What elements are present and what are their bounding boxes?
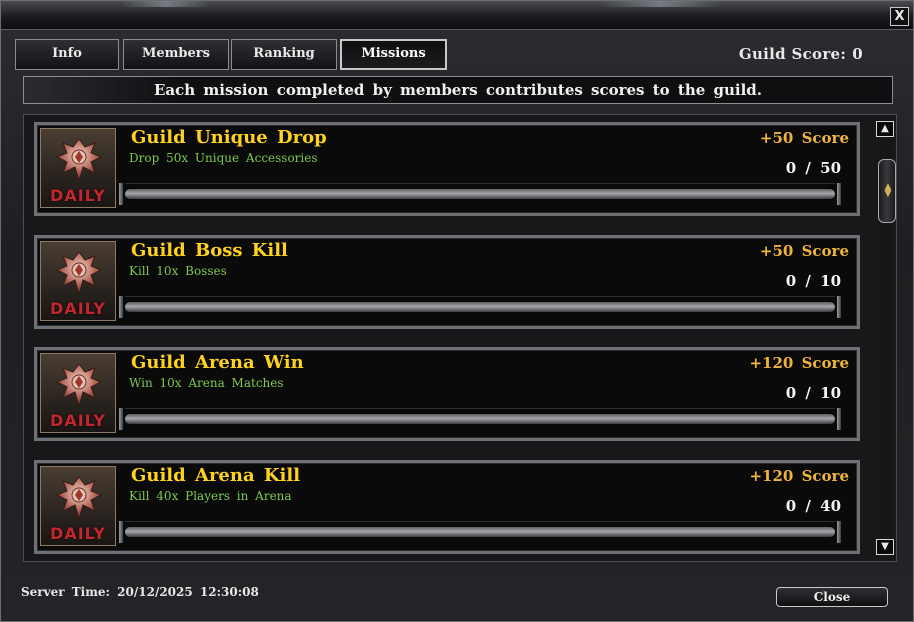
mission-item[interactable]: DAILY Guild Unique Drop Drop 50x Unique …: [34, 122, 860, 216]
mission-icon: DAILY: [40, 353, 116, 433]
progress-bar-cap-left: [119, 408, 123, 430]
mission-progress-text: 0 / 40: [785, 497, 841, 515]
mission-progress-bar: [119, 183, 841, 205]
progress-bar-track: [125, 414, 835, 424]
progress-bar-cap-right: [837, 183, 841, 205]
mission-reward: +120 Score: [749, 354, 849, 372]
mission-progress-text: 0 / 50: [785, 159, 841, 177]
mission-progress-text: 0 / 10: [785, 384, 841, 402]
mission-icon: DAILY: [40, 466, 116, 546]
progress-bar-cap-right: [837, 521, 841, 543]
mission-description: Kill 40x Players in Arena: [129, 489, 292, 503]
guild-score-label: Guild Score:: [738, 45, 847, 63]
tab-missions[interactable]: Missions: [340, 39, 447, 70]
title-bar-glint: [601, 1, 721, 7]
phoenix-emblem-icon: [55, 251, 103, 296]
progress-bar-cap-right: [837, 296, 841, 318]
progress-bar-cap-right: [837, 408, 841, 430]
title-bar[interactable]: X: [1, 1, 913, 30]
phoenix-emblem-icon: [55, 138, 103, 183]
mission-description: Kill 10x Bosses: [129, 264, 227, 278]
mission-icon: DAILY: [40, 241, 116, 321]
mission-reward: +50 Score: [759, 129, 849, 147]
guild-window: X Info Members Ranking Missions Guild Sc…: [0, 0, 914, 622]
progress-bar-cap-left: [119, 521, 123, 543]
progress-bar-edge: [125, 296, 835, 297]
progress-bar-cap-left: [119, 296, 123, 318]
scroll-thumb[interactable]: ▲ ▼: [878, 159, 896, 223]
tab-ranking[interactable]: Ranking: [231, 39, 337, 70]
tab-members[interactable]: Members: [123, 39, 229, 70]
phoenix-emblem-icon: [55, 363, 103, 408]
phoenix-emblem-icon: [55, 476, 103, 521]
daily-badge: DAILY: [50, 299, 106, 318]
server-time: Server Time: 20/12/2025 12:30:08: [21, 585, 259, 599]
scroll-down-button[interactable]: ▼: [876, 539, 894, 555]
mission-title: Guild Boss Kill: [131, 240, 288, 261]
close-button[interactable]: Close: [776, 587, 888, 607]
missions-info-banner: Each mission completed by members contri…: [23, 76, 893, 104]
mission-description: Drop 50x Unique Accessories: [129, 151, 318, 165]
mission-reward: +50 Score: [759, 242, 849, 260]
mission-icon: DAILY: [40, 128, 116, 208]
mission-progress-bar: [119, 521, 841, 543]
daily-badge: DAILY: [50, 186, 106, 205]
daily-badge: DAILY: [50, 411, 106, 430]
mission-progress-bar: [119, 408, 841, 430]
mission-list: DAILY Guild Unique Drop Drop 50x Unique …: [23, 114, 897, 562]
scroll-up-button[interactable]: ▲: [876, 121, 894, 137]
mission-progress-text: 0 / 10: [785, 272, 841, 290]
progress-bar-edge: [125, 183, 835, 184]
mission-progress-bar: [119, 296, 841, 318]
window-close-button[interactable]: X: [890, 7, 909, 26]
tab-info[interactable]: Info: [15, 39, 119, 70]
mission-description: Win 10x Arena Matches: [129, 376, 284, 390]
progress-bar-edge: [125, 521, 835, 522]
grip-icon: ▲ ▼: [884, 182, 892, 199]
mission-title: Guild Unique Drop: [131, 127, 327, 148]
progress-bar-track: [125, 302, 835, 312]
mission-item[interactable]: DAILY Guild Boss Kill Kill 10x Bosses +5…: [34, 235, 860, 329]
mission-list-scrollbar[interactable]: ▲ ▲ ▼ ▼: [876, 121, 896, 555]
scroll-track[interactable]: ▲ ▼: [878, 139, 896, 537]
progress-bar-edge: [125, 408, 835, 409]
guild-score: Guild Score: 0: [739, 45, 863, 63]
daily-badge: DAILY: [50, 524, 106, 543]
progress-bar-track: [125, 527, 835, 537]
mission-title: Guild Arena Win: [131, 352, 304, 373]
mission-reward: +120 Score: [749, 467, 849, 485]
progress-bar-track: [125, 189, 835, 199]
mission-item[interactable]: DAILY Guild Arena Kill Kill 40x Players …: [34, 460, 860, 554]
mission-title: Guild Arena Kill: [131, 465, 301, 486]
progress-bar-cap-left: [119, 183, 123, 205]
title-bar-glint: [121, 1, 211, 7]
mission-item[interactable]: DAILY Guild Arena Win Win 10x Arena Matc…: [34, 347, 860, 441]
guild-score-value: 0: [852, 45, 863, 63]
